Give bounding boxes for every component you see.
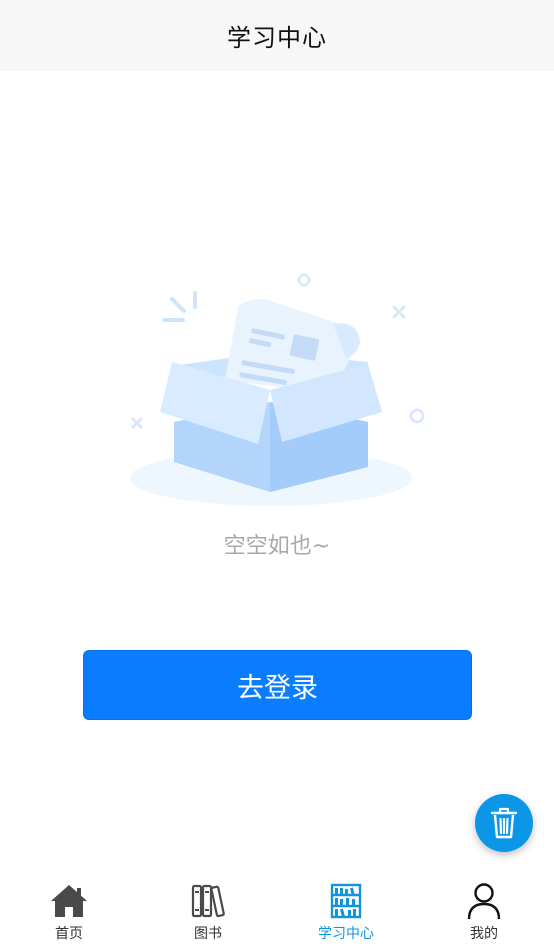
tab-mine[interactable]: 我的 [424,872,544,951]
tab-label: 我的 [470,926,498,942]
home-icon [51,885,87,917]
bookshelf-icon [330,883,362,919]
tab-label: 学习中心 [318,926,374,942]
tab-home[interactable]: 首页 [9,872,129,951]
tab-books[interactable]: 图书 [148,872,268,951]
page: 学习中心 空空如也~ 去登录 首页 图书 学习中心 我的 [0,0,554,951]
login-button[interactable]: 去登录 [83,650,472,720]
trash-fab-button[interactable] [475,794,533,852]
tab-learning-center[interactable]: 学习中心 [286,872,406,951]
empty-state-text: 空空如也~ [223,534,331,559]
tab-label: 图书 [194,926,222,942]
books-icon [191,884,225,918]
empty-box-icon [130,273,425,506]
user-icon [467,883,501,920]
page-title: 学习中心 [227,24,327,52]
bottom-tab-bar: 首页 图书 学习中心 我的 [0,872,554,951]
tab-label: 首页 [55,926,83,942]
nav-header: 学习中心 [0,0,554,71]
trash-icon [490,807,518,839]
